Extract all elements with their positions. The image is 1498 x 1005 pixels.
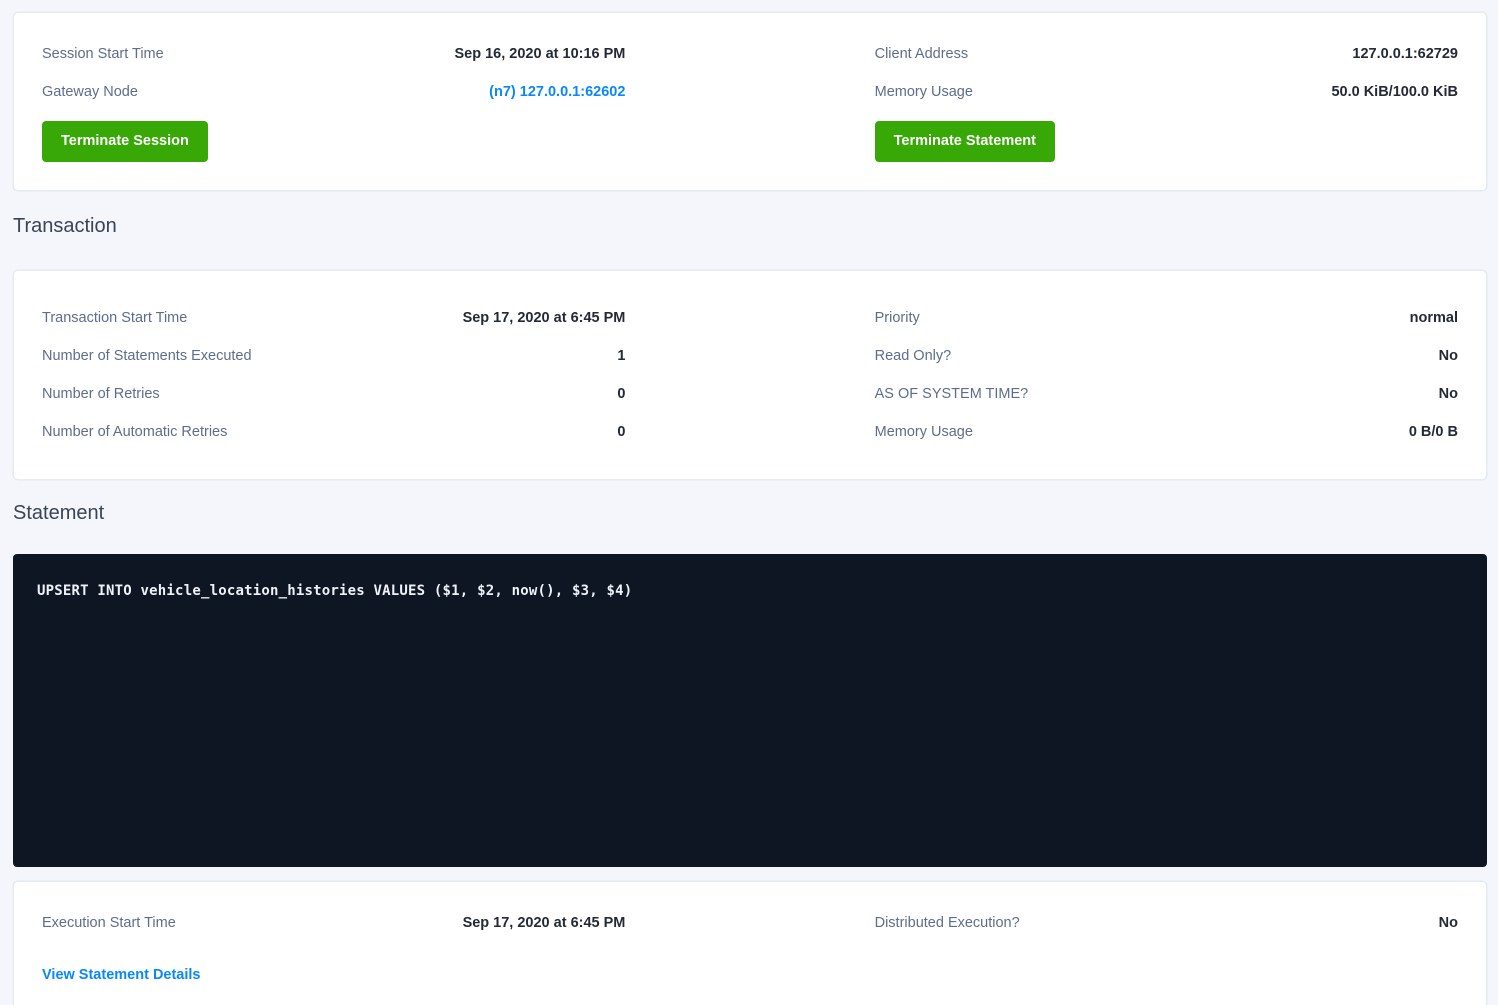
as-of-system-time-label: AS OF SYSTEM TIME? [875, 383, 1029, 405]
session-memory-usage-row: Memory Usage 50.0 KiB/100.0 KiB [875, 81, 1458, 103]
session-start-time-row: Session Start Time Sep 16, 2020 at 10:16… [42, 43, 625, 65]
retries-row: Number of Retries 0 [42, 383, 625, 405]
read-only-label: Read Only? [875, 345, 952, 367]
session-card-right-column: Client Address 127.0.0.1:62729 Memory Us… [875, 43, 1458, 162]
retries-value: 0 [617, 383, 625, 405]
terminate-session-button[interactable]: Terminate Session [42, 121, 208, 162]
client-address-value: 127.0.0.1:62729 [1352, 43, 1458, 65]
distributed-execution-label: Distributed Execution? [875, 912, 1020, 934]
transaction-summary-card: Transaction Start Time Sep 17, 2020 at 6… [13, 270, 1487, 480]
priority-value: normal [1410, 307, 1458, 329]
priority-label: Priority [875, 307, 920, 329]
automatic-retries-value: 0 [617, 421, 625, 443]
gateway-node-link[interactable]: (n7) 127.0.0.1:62602 [489, 81, 625, 103]
gateway-node-label: Gateway Node [42, 81, 138, 103]
read-only-value: No [1439, 345, 1458, 367]
statements-executed-value: 1 [617, 345, 625, 367]
transaction-card-right-column: Priority normal Read Only? No AS OF SYST… [875, 307, 1458, 443]
as-of-system-time-row: AS OF SYSTEM TIME? No [875, 383, 1458, 405]
terminate-statement-button[interactable]: Terminate Statement [875, 121, 1055, 162]
transaction-start-time-row: Transaction Start Time Sep 17, 2020 at 6… [42, 307, 625, 329]
priority-row: Priority normal [875, 307, 1458, 329]
statement-section-title: Statement [13, 500, 1487, 527]
transaction-memory-usage-value: 0 B/0 B [1409, 421, 1458, 443]
distributed-execution-row: Distributed Execution? No [875, 912, 1458, 934]
session-memory-usage-value: 50.0 KiB/100.0 KiB [1331, 81, 1458, 103]
transaction-section-title: Transaction [13, 213, 1487, 240]
execution-card-right-column: Distributed Execution? No [875, 912, 1458, 986]
statement-sql-text: UPSERT INTO vehicle_location_histories V… [37, 583, 632, 599]
execution-start-time-row: Execution Start Time Sep 17, 2020 at 6:4… [42, 912, 625, 934]
automatic-retries-label: Number of Automatic Retries [42, 421, 227, 443]
read-only-row: Read Only? No [875, 345, 1458, 367]
execution-card-left-column: Execution Start Time Sep 17, 2020 at 6:4… [42, 912, 625, 986]
statement-sql-box: UPSERT INTO vehicle_location_histories V… [13, 554, 1487, 867]
session-summary-card: Session Start Time Sep 16, 2020 at 10:16… [13, 12, 1487, 191]
client-address-row: Client Address 127.0.0.1:62729 [875, 43, 1458, 65]
session-start-time-value: Sep 16, 2020 at 10:16 PM [455, 43, 626, 65]
session-memory-usage-label: Memory Usage [875, 81, 973, 103]
execution-start-time-value: Sep 17, 2020 at 6:45 PM [463, 912, 626, 934]
distributed-execution-value: No [1439, 912, 1458, 934]
as-of-system-time-value: No [1439, 383, 1458, 405]
automatic-retries-row: Number of Automatic Retries 0 [42, 421, 625, 443]
retries-label: Number of Retries [42, 383, 160, 405]
transaction-memory-usage-label: Memory Usage [875, 421, 973, 443]
transaction-start-time-label: Transaction Start Time [42, 307, 187, 329]
transaction-start-time-value: Sep 17, 2020 at 6:45 PM [463, 307, 626, 329]
session-start-time-label: Session Start Time [42, 43, 164, 65]
session-card-left-column: Session Start Time Sep 16, 2020 at 10:16… [42, 43, 625, 162]
transaction-card-left-column: Transaction Start Time Sep 17, 2020 at 6… [42, 307, 625, 443]
transaction-memory-usage-row: Memory Usage 0 B/0 B [875, 421, 1458, 443]
gateway-node-row: Gateway Node (n7) 127.0.0.1:62602 [42, 81, 625, 103]
execution-summary-card: Execution Start Time Sep 17, 2020 at 6:4… [13, 881, 1487, 1005]
statements-executed-row: Number of Statements Executed 1 [42, 345, 625, 367]
statements-executed-label: Number of Statements Executed [42, 345, 252, 367]
view-statement-details-link[interactable]: View Statement Details [42, 964, 201, 986]
execution-start-time-label: Execution Start Time [42, 912, 176, 934]
client-address-label: Client Address [875, 43, 969, 65]
session-details-page: Session Start Time Sep 16, 2020 at 10:16… [0, 0, 1498, 1005]
